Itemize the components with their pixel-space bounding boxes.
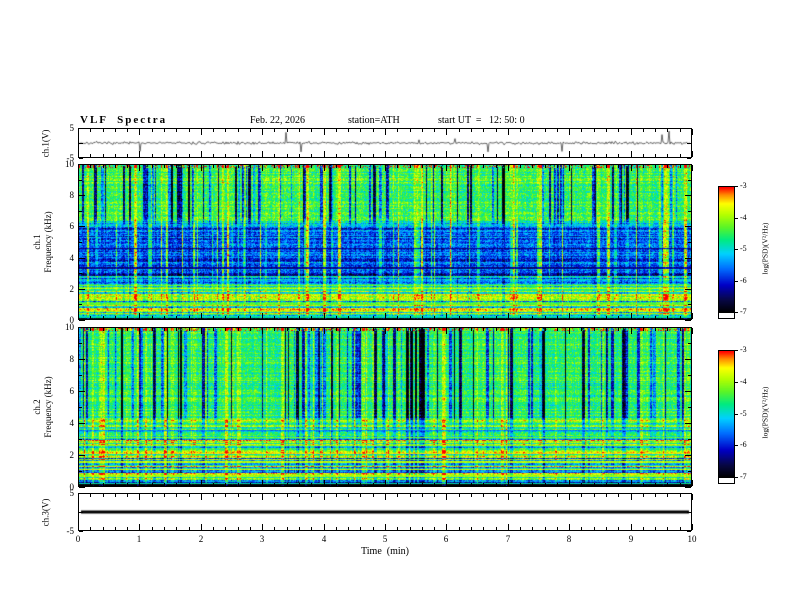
tick-mark: [735, 414, 738, 415]
colorbar-tick-label: -5: [740, 409, 747, 418]
tick-mark: [687, 158, 691, 159]
tick-mark: [735, 218, 738, 219]
tick-mark: [685, 320, 691, 321]
panel-ch1-voltage: [78, 128, 692, 158]
tick-mark: [79, 531, 83, 532]
header-station: station=ATH: [348, 115, 400, 126]
volt-tick-label: 5: [69, 123, 75, 133]
colorbar-tick-label: -4: [740, 213, 747, 222]
freq-tick-label: 4: [69, 418, 75, 428]
tick-mark: [687, 531, 691, 532]
x-tick-label: 7: [505, 534, 511, 544]
colorbar-tick-label: -7: [740, 472, 747, 481]
x-tick-label: 3: [259, 534, 265, 544]
tick-mark: [79, 320, 85, 321]
x-tick-label: 10: [687, 534, 697, 544]
x-tick-label: 9: [628, 534, 634, 544]
colorbar-tick-label: -6: [740, 440, 747, 449]
x-tick-label: 6: [443, 534, 449, 544]
x-tick-label: 5: [382, 534, 388, 544]
tick-mark: [735, 445, 738, 446]
colorbar-tick-label: -3: [740, 181, 747, 190]
tick-mark: [735, 350, 738, 351]
volt-tick-label: -5: [66, 153, 75, 163]
freq-tick-label: 2: [69, 284, 75, 294]
freq-tick-label: 2: [69, 450, 75, 460]
tick-mark: [692, 129, 693, 135]
panel-ch2-spectrogram: [78, 327, 692, 487]
freq-tick-label: 8: [69, 190, 75, 200]
x-tick-label: 2: [198, 534, 204, 544]
freq-tick-label: 0: [69, 315, 75, 325]
freq-tick-label: 0: [69, 482, 75, 492]
tick-mark: [79, 487, 85, 488]
volt-tick-label: 5: [69, 488, 75, 498]
tick-mark: [692, 328, 693, 334]
tick-mark: [692, 480, 693, 486]
colorbar-ch1-canvas: [719, 187, 734, 313]
tick-mark: [692, 494, 693, 500]
colorbar-ch1: [718, 186, 735, 319]
tick-mark: [735, 477, 738, 478]
colorbar-ch2: [718, 350, 735, 484]
time-axis-title: Time (min): [361, 546, 409, 557]
freq-tick-label: 10: [65, 322, 74, 332]
colorbar-tick-label: -6: [740, 276, 747, 285]
colorbar-tick-label: -3: [740, 345, 747, 354]
x-tick-label: 4: [321, 534, 327, 544]
x-tick-label: 1: [136, 534, 142, 544]
tick-mark: [735, 249, 738, 250]
ch3-voltage-axis-title: ch.3(V): [40, 498, 51, 527]
header-start-ut: start UT = 12: 50: 0: [438, 115, 525, 126]
panel-ch1-spectrogram: [78, 164, 692, 320]
colorbar-ch2-title: log(PSD)(V²/Hz): [760, 386, 770, 439]
tick-mark: [735, 382, 738, 383]
panel-ch3-voltage: [78, 493, 692, 531]
tick-mark: [79, 158, 83, 159]
x-tick-label: 8: [566, 534, 572, 544]
tick-mark: [735, 281, 738, 282]
freq-tick-label: 6: [69, 386, 75, 396]
colorbar-tick-label: -7: [740, 307, 747, 316]
ch2-spectrogram-canvas: [79, 328, 691, 486]
freq-tick-label: 10: [65, 159, 74, 169]
colorbar-ch2-canvas: [719, 351, 734, 478]
tick-mark: [692, 524, 693, 530]
ch1-waveform-canvas: [79, 129, 691, 157]
tick-mark: [692, 165, 693, 171]
ch3-waveform-canvas: [79, 494, 691, 530]
tick-mark: [735, 186, 738, 187]
x-tick-label: 0: [75, 534, 81, 544]
volt-tick-label: -5: [66, 526, 75, 536]
tick-mark: [735, 312, 738, 313]
tick-mark: [692, 313, 693, 319]
vlf-spectra-figure: VLF Spectra Feb. 22, 2026 station=ATH st…: [0, 0, 792, 612]
figure-title: VLF Spectra: [80, 114, 168, 126]
colorbar-tick-label: -5: [740, 244, 747, 253]
tick-mark: [685, 487, 691, 488]
tick-mark: [692, 151, 693, 157]
freq-tick-label: 8: [69, 354, 75, 364]
freq-tick-label: 4: [69, 253, 75, 263]
ch1-spectrogram-canvas: [79, 165, 691, 319]
header-date: Feb. 22, 2026: [250, 115, 305, 126]
freq-tick-label: 6: [69, 221, 75, 231]
colorbar-tick-label: -4: [740, 377, 747, 386]
colorbar-ch1-title: log(PSD)(V²/Hz): [760, 222, 770, 275]
